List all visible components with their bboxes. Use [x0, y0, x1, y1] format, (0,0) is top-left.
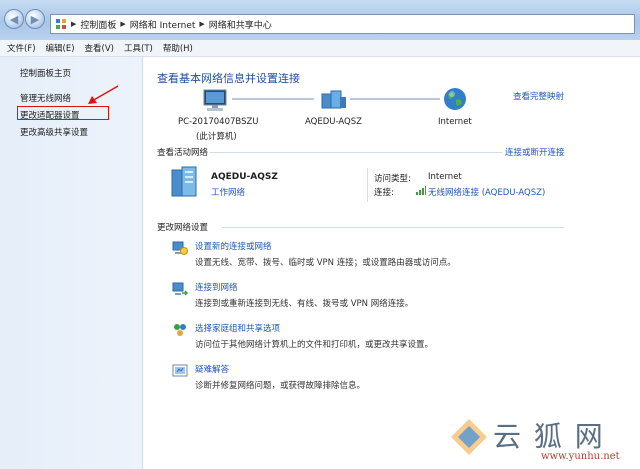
title-bar: ◀ ▶ ▶ 控制面板 ▶ 网络和 Internet ▶ 网络和共享中心 — [0, 0, 640, 40]
breadcrumb-control-panel[interactable]: 控制面板 — [80, 18, 116, 31]
map-link-line — [232, 98, 314, 100]
change-settings-heading: 更改网络设置 — [157, 223, 209, 233]
breadcrumb-network-sharing-center[interactable]: 网络和共享中心 — [209, 18, 272, 31]
sidebar-item-advanced-sharing[interactable]: 更改高级共享设置 — [20, 126, 88, 138]
active-network-name: AQEDU-AQSZ — [211, 172, 278, 182]
watermark-url: www.yunhu.net — [541, 451, 620, 462]
watermark-logo-icon — [451, 419, 487, 455]
troubleshoot-icon — [172, 364, 188, 377]
map-link-line — [350, 98, 440, 100]
access-type-value: Internet — [428, 172, 462, 182]
homegroup-icon — [174, 324, 186, 336]
computer-sub-label: (此计算机) — [196, 132, 237, 142]
task-homegroup-desc: 访问位于其他网络计算机上的文件和打印机，或更改共享设置。 — [195, 340, 434, 350]
menu-help[interactable]: 帮助(H) — [163, 42, 193, 54]
connect-disconnect-link[interactable]: 连接或断开连接 — [505, 146, 565, 158]
wireless-connection-link[interactable]: 无线网络连接 (AQEDU-AQSZ) — [428, 186, 545, 198]
globe-icon — [444, 88, 466, 110]
forward-button[interactable]: ▶ — [25, 9, 45, 29]
menu-file[interactable]: 文件(F) — [7, 42, 36, 54]
task-troubleshoot-link[interactable]: 疑难解答 — [195, 363, 229, 375]
watermark-text: 云 狐 网 — [493, 420, 605, 453]
see-full-map-link[interactable]: 查看完整映射 — [513, 90, 564, 102]
network-type-link[interactable]: 工作网络 — [211, 186, 245, 198]
task-connect-network-desc: 连接到或重新连接到无线、有线、拨号或 VPN 网络连接。 — [195, 299, 414, 309]
signal-strength-icon — [416, 186, 426, 195]
breadcrumb-separator-icon[interactable]: ▶ — [199, 20, 204, 28]
sidebar-item-control-panel-home[interactable]: 控制面板主页 — [20, 67, 71, 79]
section-divider — [222, 227, 564, 228]
breadcrumb-network-internet[interactable]: 网络和 Internet — [130, 18, 196, 31]
access-type-label: 访问类型: — [374, 174, 411, 184]
vertical-divider — [367, 168, 368, 202]
highlight-box — [17, 106, 109, 120]
network-building-icon — [171, 166, 197, 197]
page-title: 查看基本网络信息并设置连接 — [157, 72, 300, 85]
menu-tools[interactable]: 工具(T) — [124, 42, 153, 54]
task-connect-network-link[interactable]: 连接到网络 — [195, 281, 238, 293]
map-network-name: AQEDU-AQSZ — [305, 117, 362, 127]
internet-label: Internet — [438, 117, 472, 127]
section-divider — [210, 152, 502, 153]
sidebar-item-manage-wireless[interactable]: 管理无线网络 — [20, 92, 71, 104]
watermark: 云 狐 网 www.yunhu.net — [449, 413, 634, 465]
connect-network-icon — [172, 282, 188, 296]
connection-label: 连接: — [374, 188, 394, 198]
computer-icon — [203, 89, 227, 111]
task-setup-connection-link[interactable]: 设置新的连接或网络 — [195, 240, 272, 252]
breadcrumb-separator-icon[interactable]: ▶ — [120, 20, 125, 28]
control-panel-icon — [56, 19, 66, 29]
network-icon — [321, 90, 346, 109]
menu-edit[interactable]: 编辑(E) — [46, 42, 75, 54]
red-arrow-icon — [88, 85, 119, 104]
address-bar[interactable]: ▶ 控制面板 ▶ 网络和 Internet ▶ 网络和共享中心 — [50, 14, 635, 34]
task-troubleshoot-desc: 诊断并修复网络问题，或获得故障排除信息。 — [195, 381, 366, 391]
menu-bar: 文件(F) 编辑(E) 查看(V) 工具(T) 帮助(H) — [0, 40, 640, 57]
back-button[interactable]: ◀ — [4, 9, 24, 29]
task-setup-connection-desc: 设置无线、宽带、拨号、临时或 VPN 连接；或设置路由器或访问点。 — [195, 258, 456, 268]
breadcrumb-separator-icon[interactable]: ▶ — [71, 20, 76, 28]
computer-name: PC-20170407BSZU — [178, 117, 259, 127]
task-homegroup-link[interactable]: 选择家庭组和共享选项 — [195, 322, 280, 334]
active-networks-heading: 查看活动网络 — [157, 148, 209, 158]
new-connection-icon — [172, 241, 188, 255]
menu-view[interactable]: 查看(V) — [85, 42, 114, 54]
